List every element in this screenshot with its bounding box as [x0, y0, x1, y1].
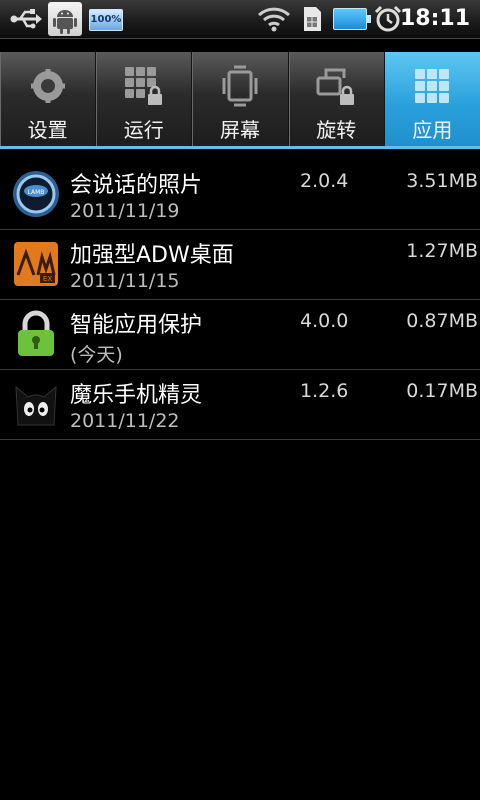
alarm-icon	[373, 0, 403, 38]
battery-icon	[333, 8, 371, 30]
list-item[interactable]: EX 加强型ADW桌面 2011/11/15 1.27MB	[0, 230, 480, 300]
usb-icon	[8, 0, 44, 38]
running-grid-lock-icon	[122, 64, 166, 108]
cat-icon	[12, 379, 60, 429]
list-item[interactable]: 智能应用保护 (今天) 4.0.0 0.87MB	[0, 300, 480, 370]
app-size: 0.87MB	[406, 310, 478, 332]
screen-rotate-icon	[218, 64, 262, 108]
settings-gear-icon	[26, 64, 70, 108]
tab-apps[interactable]: 应用	[384, 52, 480, 146]
toggle-tab-bar: 设置 运行 屏幕 旋转 应用	[0, 52, 480, 149]
app-size: 0.17MB	[406, 380, 478, 402]
android-debug-icon	[48, 2, 82, 36]
sim-icon	[299, 0, 325, 38]
tab-running[interactable]: 运行	[96, 52, 193, 146]
app-list: LAMB 会说话的照片 2011/11/19 2.0.4 3.51MB EX 加…	[0, 160, 480, 440]
svg-text:LAMB: LAMB	[28, 189, 45, 196]
adw-launcher-icon: EX	[12, 239, 60, 289]
status-bar: 100% 18:11	[0, 0, 480, 39]
wifi-icon	[256, 0, 292, 38]
app-version: 1.2.6	[300, 380, 349, 402]
app-version: 4.0.0	[300, 310, 349, 332]
app-name: 魔乐手机精灵	[70, 383, 203, 408]
tab-screen[interactable]: 屏幕	[192, 52, 289, 146]
app-size: 3.51MB	[406, 170, 478, 192]
list-item[interactable]: LAMB 会说话的照片 2011/11/19 2.0.4 3.51MB	[0, 160, 480, 230]
tab-rotation[interactable]: 旋转	[289, 52, 385, 146]
battery-full-icon: 100%	[89, 9, 123, 31]
clock-time: 18:11	[399, 6, 470, 31]
install-date: 2011/11/15	[70, 270, 180, 292]
rotation-lock-icon	[314, 64, 358, 108]
padlock-icon	[12, 309, 60, 359]
install-date: 2011/11/22	[70, 410, 180, 432]
tab-label: 运行	[123, 118, 164, 142]
list-item[interactable]: 魔乐手机精灵 2011/11/22 1.2.6 0.17MB	[0, 370, 480, 440]
app-name: 会说话的照片	[70, 173, 203, 198]
tab-label: 旋转	[316, 118, 357, 142]
talking-photo-icon: LAMB	[12, 169, 60, 219]
apps-grid-icon	[410, 64, 454, 108]
install-date: 2011/11/19	[70, 200, 180, 222]
tab-label: 设置	[27, 118, 68, 142]
app-version: 2.0.4	[300, 170, 349, 192]
tab-settings[interactable]: 设置	[0, 52, 97, 146]
app-name: 智能应用保护	[70, 313, 203, 338]
svg-text:EX: EX	[43, 275, 52, 283]
install-date: (今天)	[70, 344, 123, 366]
tab-label: 应用	[412, 118, 453, 142]
app-name: 加强型ADW桌面	[70, 243, 234, 268]
app-size: 1.27MB	[406, 240, 478, 262]
tab-label: 屏幕	[220, 118, 260, 142]
